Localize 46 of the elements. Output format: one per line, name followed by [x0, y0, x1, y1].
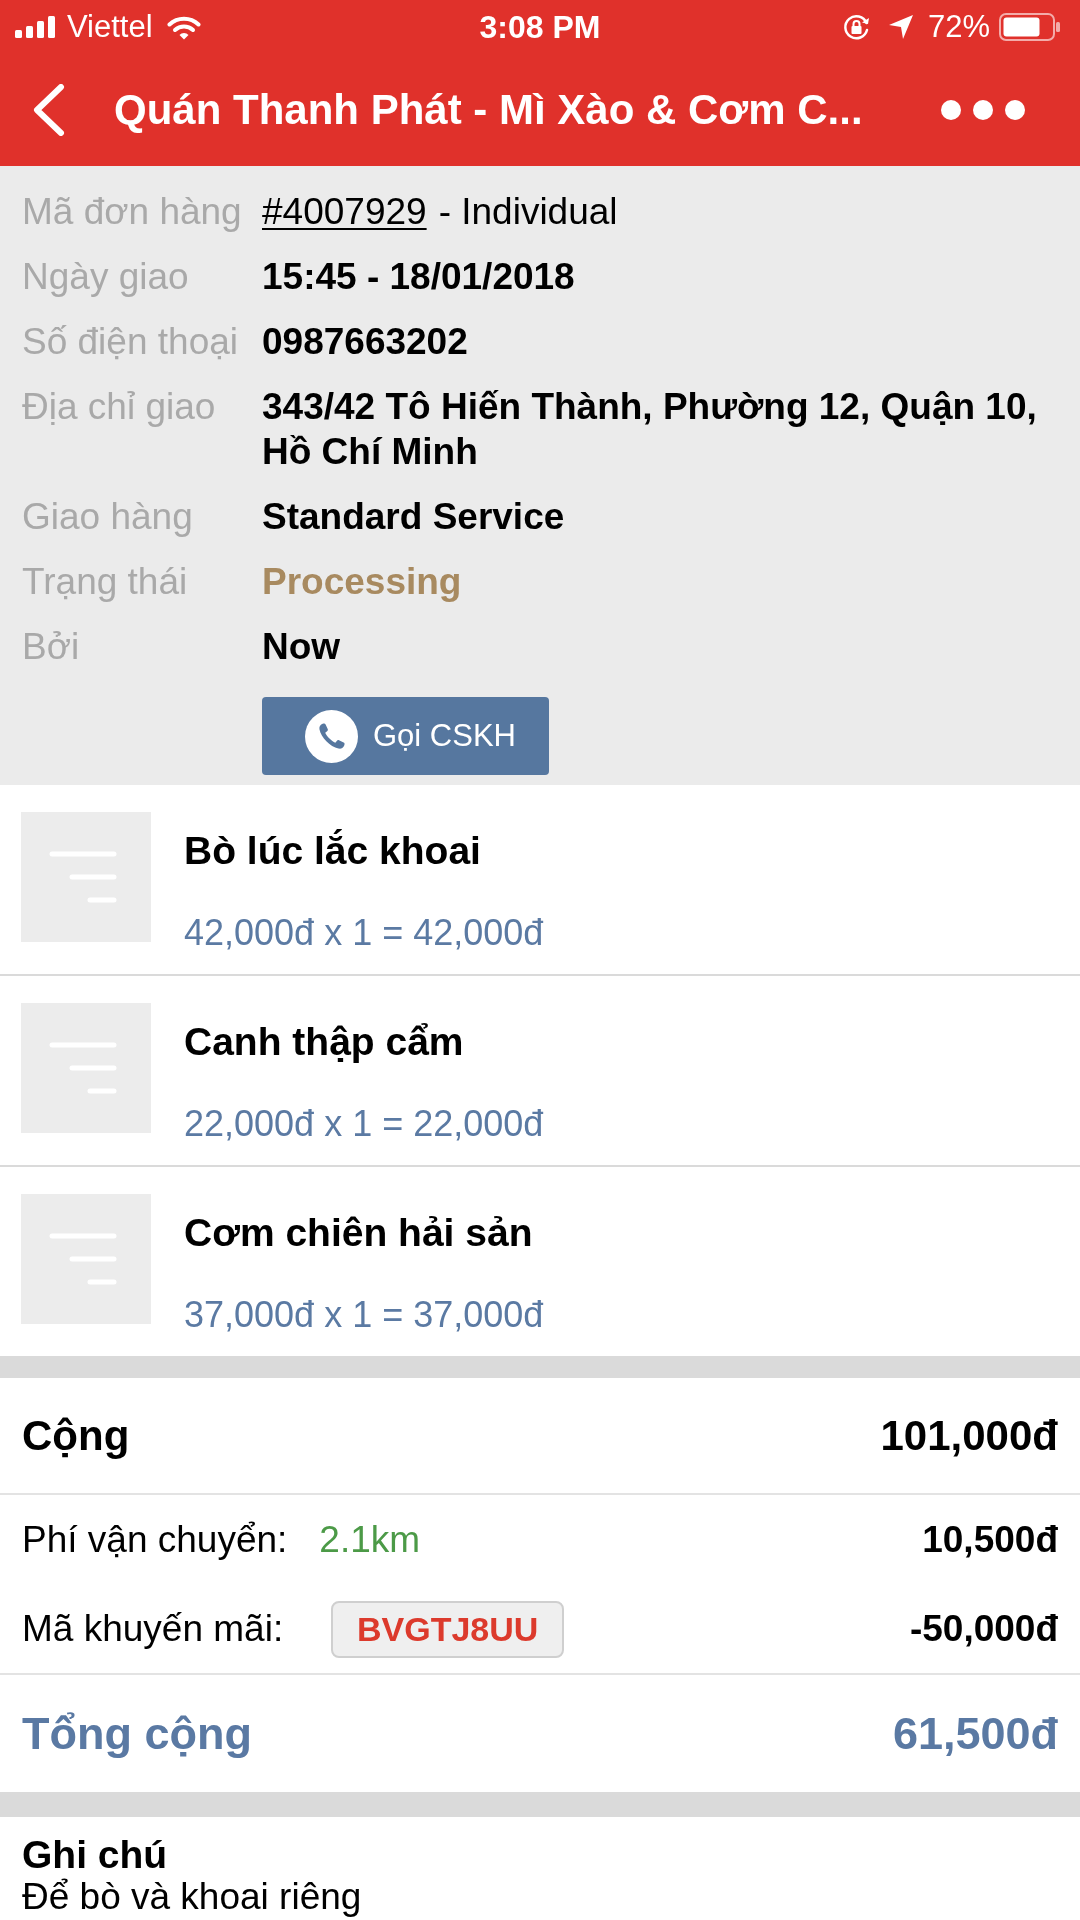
discount-amount: -50,000đ — [909, 1607, 1058, 1652]
more-icon[interactable] — [940, 99, 1026, 121]
shipping-fee-amount: 10,500đ — [922, 1518, 1058, 1563]
order-number-link[interactable]: #4007929 — [262, 189, 427, 234]
field-value: Standard Service — [262, 496, 565, 537]
item-name: Cơm chiên hải sản — [184, 1210, 533, 1256]
field-label: Trạng thái — [22, 561, 188, 602]
subtotal-amount: 101,000đ — [880, 1411, 1058, 1461]
total-amount: 61,500đ — [892, 1706, 1058, 1761]
window-title: Quán Thanh Phát - Mì Xào & Cơm C... — [114, 85, 863, 135]
field-label: Ngày giao — [22, 256, 189, 297]
promo-code-label: Mã khuyến mãi: — [22, 1607, 284, 1652]
shipping-fee-label: Phí vận chuyển: — [22, 1518, 288, 1563]
total-label: Tổng cộng — [22, 1706, 252, 1761]
item-name: Canh thập cẩm — [184, 1019, 464, 1065]
promo-code-tag: BVGTJ8UU — [331, 1600, 565, 1658]
subtotal-label: Cộng — [22, 1411, 130, 1461]
clock-time: 3:08 PM — [479, 9, 601, 45]
item-price: 37,000đ x 1 = 37,000đ — [184, 1293, 544, 1337]
field-value: 0987663202 — [262, 321, 468, 362]
signal-bars-icon — [15, 16, 56, 38]
field-label: Địa chỉ giao — [22, 386, 216, 427]
wifi-icon — [166, 14, 201, 40]
item-price: 42,000đ x 1 = 42,000đ — [184, 911, 544, 955]
back-icon[interactable] — [33, 84, 65, 136]
field-label: Giao hàng — [22, 496, 193, 537]
item-name: Bò lúc lắc khoai — [184, 828, 481, 874]
field-value: Now — [262, 626, 341, 667]
item-price: 22,000đ x 1 = 22,000đ — [184, 1102, 544, 1146]
field-label: Bởi — [22, 626, 80, 667]
field-value: 15:45 - 18/01/2018 — [262, 256, 575, 297]
carrier-name: Viettel — [67, 9, 153, 45]
distance-text: 2.1km — [319, 1518, 421, 1563]
order-type-text: - Individual — [438, 190, 618, 234]
note-title: Ghi chú — [22, 1833, 168, 1877]
field-label: Mã đơn hàng — [22, 191, 242, 232]
rotation-lock-icon — [841, 12, 871, 42]
battery-percentage: 72% — [927, 9, 990, 45]
note-text: Để bò và khoai riêng — [22, 1877, 362, 1917]
status-text: Processing — [262, 561, 462, 602]
field-label: Số điện thoại — [22, 321, 238, 362]
field-value: 343/42 Tô Hiến Thành, Phường 12, Quận 10, Hồ Chí Minh — [262, 386, 1037, 472]
call-support-button[interactable]: Gọi CSKH — [262, 697, 549, 775]
phone-icon — [305, 709, 358, 763]
location-arrow-icon — [887, 14, 914, 40]
battery-icon — [999, 13, 1061, 41]
